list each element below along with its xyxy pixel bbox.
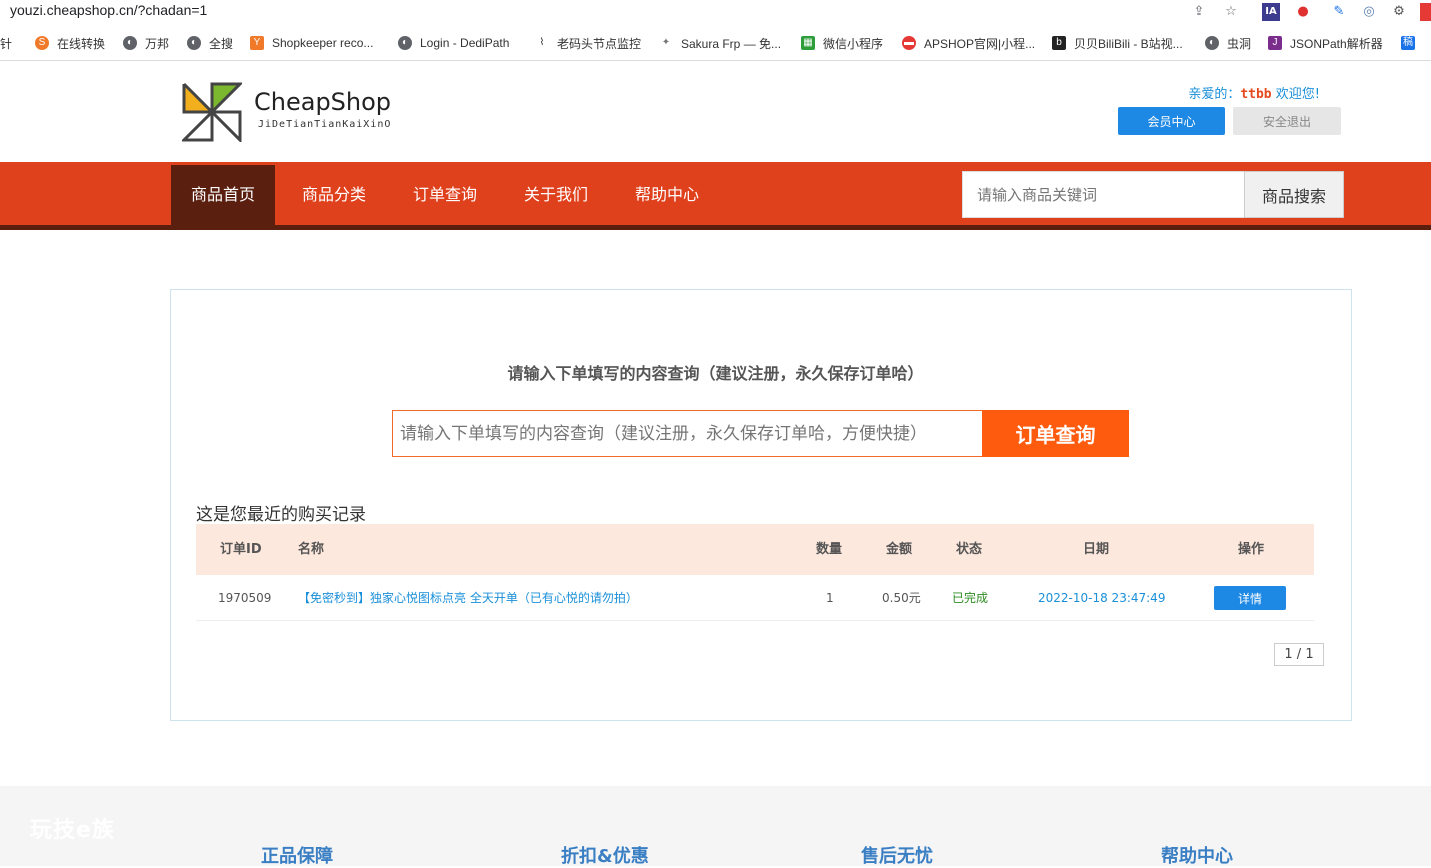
pulse-icon: ⌇ bbox=[535, 36, 549, 50]
order-query-button[interactable]: 订单查询 bbox=[982, 410, 1129, 457]
bookmark-item[interactable]: 针 bbox=[0, 35, 12, 51]
column-header: 数量 bbox=[816, 542, 843, 557]
footer-aftersale: 售后无忧 bbox=[861, 846, 933, 867]
order-amount: 0.50元 bbox=[882, 591, 921, 605]
column-header: 金额 bbox=[886, 542, 913, 557]
order-name-link[interactable]: 【免密秒到】独家心悦图标点亮 全天开单（已有心悦的请勿拍） bbox=[298, 575, 638, 621]
nav-item-help[interactable]: 帮助中心 bbox=[621, 165, 713, 225]
bookmark-item[interactable]: b 贝贝BiliBili - B站视... bbox=[1052, 35, 1183, 51]
column-header: 名称 bbox=[298, 542, 325, 557]
share-icon[interactable]: ⇪ bbox=[1190, 3, 1208, 21]
order-id: 1970509 bbox=[218, 591, 272, 605]
table-row: 1970509 【免密秒到】独家心悦图标点亮 全天开单（已有心悦的请勿拍） 1 … bbox=[196, 575, 1314, 621]
order-detail-button[interactable]: 详情 bbox=[1214, 586, 1286, 610]
extension-red-icon[interactable] bbox=[1420, 3, 1431, 21]
query-hint: 请输入下单填写的内容查询（建议注册，永久保存订单哈） bbox=[507, 364, 924, 383]
extension-record-icon[interactable]: ● bbox=[1294, 3, 1312, 21]
column-header: 操作 bbox=[1238, 542, 1265, 557]
pinwheel-logo-icon bbox=[182, 82, 242, 142]
order-date: 2022-10-18 23:47:49 bbox=[1038, 591, 1166, 605]
bookmark-item[interactable]: ◐ 虫洞 bbox=[1205, 35, 1251, 51]
order-quantity: 1 bbox=[826, 591, 834, 605]
logo-title: CheapShop bbox=[254, 88, 392, 116]
pagination[interactable]: 1 / 1 bbox=[1274, 643, 1324, 666]
globe-icon: ◐ bbox=[123, 36, 137, 50]
bookmark-item[interactable]: ▦ 微信小程序 bbox=[801, 35, 883, 51]
bookmark-item[interactable]: J JSONPath解析器 bbox=[1268, 35, 1383, 51]
jsonpath-icon: J bbox=[1268, 36, 1282, 50]
globe-icon: ◐ bbox=[1205, 36, 1219, 50]
product-search-input[interactable] bbox=[962, 171, 1245, 218]
shopkeeper-icon: Y bbox=[250, 36, 264, 50]
column-header: 日期 bbox=[1083, 542, 1110, 557]
column-header: 订单ID bbox=[220, 542, 262, 557]
bookmark-item[interactable]: ✦ Sakura Frp — 免... bbox=[659, 35, 781, 51]
table-header: 订单ID 名称 数量 金额 状态 日期 操作 bbox=[196, 524, 1314, 575]
site-footer: 玩技e族 正品保障 折扣&优惠 售后无忧 帮助中心 bbox=[0, 786, 1431, 867]
bookmark-item[interactable]: ▬ APSHOP官网|小程... bbox=[902, 35, 1035, 51]
nav-item-categories[interactable]: 商品分类 bbox=[288, 165, 380, 225]
star-icon[interactable]: ☆ bbox=[1222, 3, 1240, 21]
bilibili-icon: b bbox=[1052, 36, 1066, 50]
order-query-input[interactable] bbox=[392, 410, 983, 457]
nav-item-order-query[interactable]: 订单查询 bbox=[399, 165, 491, 225]
member-center-button[interactable]: 会员中心 bbox=[1118, 107, 1225, 135]
order-status: 已完成 bbox=[952, 591, 989, 605]
bookmark-item[interactable]: ◐ 全搜 bbox=[187, 35, 233, 51]
site-logo[interactable]: CheapShop JiDeTianTianKaiXinO bbox=[182, 82, 402, 142]
sakura-icon: ✦ bbox=[659, 36, 673, 50]
url-text[interactable]: youzi.cheapshop.cn/?chadan=1 bbox=[10, 2, 207, 18]
nav-item-home[interactable]: 商品首页 bbox=[171, 165, 275, 225]
username: ttbb bbox=[1240, 87, 1272, 102]
records-title: 这是您最近的购买记录 bbox=[196, 505, 366, 525]
extension-gear-icon[interactable]: ⚙ bbox=[1390, 3, 1408, 21]
browser-url-bar[interactable]: youzi.cheapshop.cn/?chadan=1 ⇪ ☆ IA ● ✎ … bbox=[0, 0, 1431, 25]
product-search-button[interactable]: 商品搜索 bbox=[1244, 171, 1344, 218]
nav-bottom-bar bbox=[0, 225, 1431, 230]
logout-button[interactable]: 安全退出 bbox=[1233, 107, 1341, 135]
footer-genuine: 正品保障 bbox=[261, 846, 333, 867]
convert-icon: S bbox=[35, 36, 49, 50]
bookmark-item[interactable]: S 在线转换 bbox=[35, 35, 105, 51]
footer-help: 帮助中心 bbox=[1161, 846, 1233, 867]
column-header: 状态 bbox=[956, 542, 983, 557]
extension-globe-icon[interactable]: ◎ bbox=[1360, 3, 1378, 21]
bookmark-item[interactable]: ⌇ 老码头节点监控 bbox=[535, 35, 641, 51]
globe-icon: ◐ bbox=[398, 36, 412, 50]
bookmark-overflow[interactable]: 稿 bbox=[1401, 35, 1415, 51]
miniprogram-icon: ▦ bbox=[801, 36, 815, 50]
bookmark-item[interactable]: Y Shopkeeper reco... bbox=[250, 35, 373, 51]
user-greeting: 亲爱的：ttbb 欢迎您! bbox=[1188, 87, 1320, 102]
bookmark-item[interactable]: ◐ 万邦 bbox=[123, 35, 169, 51]
bookmark-item[interactable]: ◐ Login - DediPath bbox=[398, 35, 509, 51]
logo-subtitle: JiDeTianTianKaiXinO bbox=[258, 119, 392, 130]
extension-ia-icon[interactable]: IA bbox=[1262, 3, 1280, 21]
watermark: 玩技e族 bbox=[30, 818, 115, 843]
globe-icon: ◐ bbox=[187, 36, 201, 50]
apshop-icon: ▬ bbox=[902, 36, 916, 50]
extension-pen-icon[interactable]: ✎ bbox=[1330, 3, 1348, 21]
nav-item-about[interactable]: 关于我们 bbox=[510, 165, 602, 225]
bookmarks-bar: 针 S 在线转换 ◐ 万邦 ◐ 全搜 Y Shopkeeper reco... ◐ Log… bbox=[0, 25, 1431, 61]
footer-discount: 折扣&优惠 bbox=[561, 846, 649, 867]
translate-icon: 稿 bbox=[1401, 36, 1415, 50]
